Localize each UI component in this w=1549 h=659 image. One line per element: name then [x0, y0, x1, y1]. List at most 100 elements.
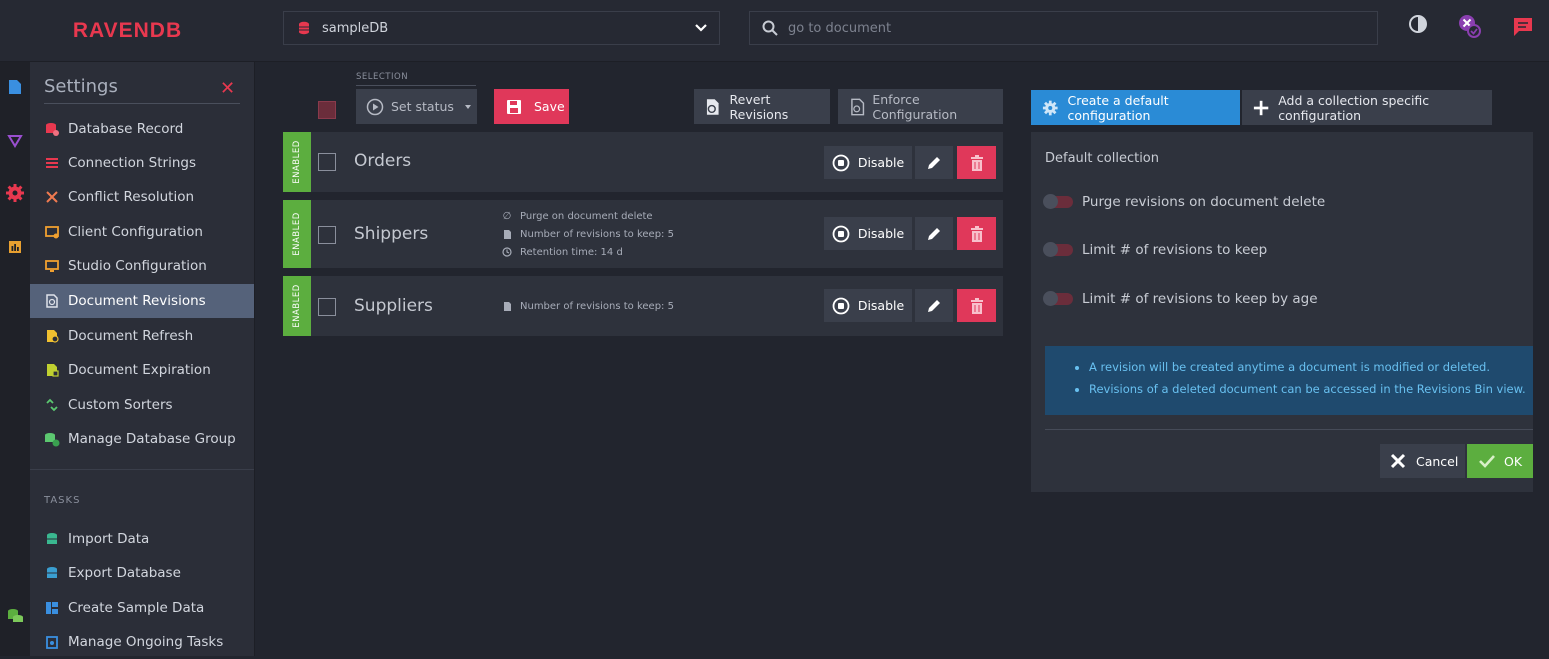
- create-default-configuration-button[interactable]: Create a default configuration: [1031, 90, 1240, 125]
- export-icon: [44, 565, 60, 581]
- trash-icon: [970, 154, 983, 171]
- sidebar-item-custom-sorters[interactable]: Custom Sorters: [30, 388, 254, 422]
- contrast-icon[interactable]: [1408, 14, 1428, 38]
- sidebar-item-label: Manage Database Group: [68, 431, 236, 447]
- disable-button[interactable]: Disable: [824, 289, 912, 322]
- sidebar-item-manage-ongoing-tasks[interactable]: Manage Ongoing Tasks: [30, 625, 254, 659]
- chevron-down-icon: [695, 24, 707, 32]
- sidebar-item-connection-strings[interactable]: Connection Strings: [30, 146, 254, 180]
- sidebar-item-label: Studio Configuration: [68, 258, 207, 274]
- import-icon: [44, 531, 60, 547]
- ban-icon: ∅: [502, 210, 512, 222]
- sidebar-item-database-record[interactable]: Database Record: [30, 112, 254, 146]
- delete-button[interactable]: [957, 146, 996, 179]
- database-name: sampleDB: [322, 20, 389, 36]
- info-note: A revision will be created anytime a doc…: [1045, 346, 1533, 415]
- sidebar-separator: [30, 469, 254, 470]
- settings-icon[interactable]: [4, 182, 26, 204]
- sidebar-item-label: Document Refresh: [68, 328, 194, 344]
- sidebar-item-conflict-resolution[interactable]: Conflict Resolution: [30, 180, 254, 214]
- set-status-button[interactable]: Set status: [356, 89, 477, 124]
- database-group-icon[interactable]: [4, 604, 26, 626]
- delete-button[interactable]: [957, 217, 996, 250]
- sidebar-item-document-expiration[interactable]: Document Expiration: [30, 353, 254, 387]
- detail-purge: ∅ Purge on document delete: [502, 210, 653, 222]
- selection-label: SELECTION: [356, 72, 409, 82]
- revert-revisions-button[interactable]: Revert Revisions: [694, 89, 830, 124]
- studio-config-icon: [44, 258, 60, 274]
- limit-revisions-toggle[interactable]: [1043, 242, 1073, 257]
- documents-icon: [501, 301, 513, 312]
- row-checkbox[interactable]: [318, 153, 336, 171]
- status-badge: ENABLED: [283, 276, 311, 336]
- stop-circle-icon: [832, 297, 850, 314]
- purge-on-delete-toggle[interactable]: [1043, 194, 1073, 209]
- ok-button[interactable]: OK: [1467, 444, 1533, 478]
- row-checkbox[interactable]: [318, 226, 336, 244]
- indexes-icon[interactable]: [4, 130, 26, 152]
- search-box[interactable]: [749, 11, 1378, 45]
- add-collection-configuration-button[interactable]: Add a collection specific configuration: [1242, 90, 1492, 125]
- sidebar-item-manage-database-group[interactable]: Manage Database Group: [30, 422, 254, 456]
- edit-button[interactable]: [915, 289, 953, 322]
- edit-button[interactable]: [915, 146, 953, 179]
- ravendb-logo[interactable]: RAVENDB: [0, 0, 255, 62]
- sidebar-item-label: Custom Sorters: [68, 397, 173, 413]
- collection-row-shippers: ENABLED Shippers ∅ Purge on document dele…: [283, 200, 1003, 268]
- notification-status-icon[interactable]: [1457, 13, 1483, 43]
- sidebar-title: Settings: [44, 76, 118, 97]
- note-item: A revision will be created anytime a doc…: [1089, 360, 1533, 374]
- save-button[interactable]: Save: [494, 89, 569, 124]
- sidebar-item-import-data[interactable]: Import Data: [30, 522, 254, 556]
- delete-button[interactable]: [957, 289, 996, 322]
- plus-icon: [1253, 100, 1269, 115]
- save-icon: [507, 99, 521, 114]
- set-status-label: Set status: [391, 99, 454, 114]
- refresh-icon: [44, 328, 60, 344]
- logo-text: RAVENDB: [72, 19, 183, 42]
- revert-icon: [706, 98, 719, 115]
- purge-on-delete-label: Purge revisions on document delete: [1082, 194, 1326, 210]
- sidebar-item-client-configuration[interactable]: Client Configuration: [30, 215, 254, 249]
- trash-icon: [970, 297, 983, 314]
- feedback-icon[interactable]: [1512, 16, 1534, 42]
- sorters-icon: [44, 397, 60, 413]
- save-label: Save: [534, 99, 565, 114]
- clock-icon: [501, 247, 513, 257]
- disable-button[interactable]: Disable: [824, 146, 912, 179]
- left-rail: [0, 62, 30, 656]
- sidebar-item-document-refresh[interactable]: Document Refresh: [30, 319, 254, 353]
- create-default-label: Create a default configuration: [1067, 92, 1169, 123]
- database-record-icon: [44, 121, 60, 137]
- sidebar-item-document-revisions[interactable]: Document Revisions: [30, 284, 254, 318]
- sidebar-item-label: Database Record: [68, 121, 184, 137]
- cancel-button[interactable]: Cancel: [1380, 444, 1465, 478]
- conflict-icon: [44, 189, 60, 205]
- collection-details: ∅ Purge on document delete Number of revi…: [501, 207, 674, 261]
- tasks-heading: TASKS: [44, 495, 81, 506]
- add-collection-label: Add a collection specific configuration: [1278, 92, 1430, 123]
- enforce-configuration-button[interactable]: Enforce Configuration: [838, 89, 1003, 124]
- sidebar-item-studio-configuration[interactable]: Studio Configuration: [30, 249, 254, 283]
- documents-icon[interactable]: [4, 76, 26, 98]
- edit-button[interactable]: [915, 217, 953, 250]
- stats-icon[interactable]: [4, 236, 26, 258]
- ongoing-tasks-icon: [44, 634, 60, 650]
- disable-button[interactable]: Disable: [824, 217, 912, 250]
- sidebar-item-label: Import Data: [68, 531, 150, 547]
- documents-icon: [501, 229, 513, 240]
- caret-down-icon: [464, 104, 471, 109]
- database-selector[interactable]: sampleDB: [283, 11, 720, 45]
- detail-revisions-count: Number of revisions to keep: 5: [501, 225, 674, 243]
- select-all-checkbox[interactable]: [318, 101, 336, 119]
- close-icon[interactable]: ✕: [220, 78, 235, 99]
- revisions-icon: [44, 293, 60, 309]
- search-input[interactable]: [788, 20, 1348, 36]
- sidebar-item-export-database[interactable]: Export Database: [30, 556, 254, 590]
- default-configuration-panel: Default collection Purge revisions on do…: [1031, 132, 1533, 492]
- limit-by-age-toggle[interactable]: [1043, 291, 1073, 306]
- sidebar-item-create-sample-data[interactable]: Create Sample Data: [30, 591, 254, 625]
- sidebar-item-label: Connection Strings: [68, 155, 196, 171]
- sidebar-item-label: Manage Ongoing Tasks: [68, 634, 224, 650]
- row-checkbox[interactable]: [318, 298, 336, 316]
